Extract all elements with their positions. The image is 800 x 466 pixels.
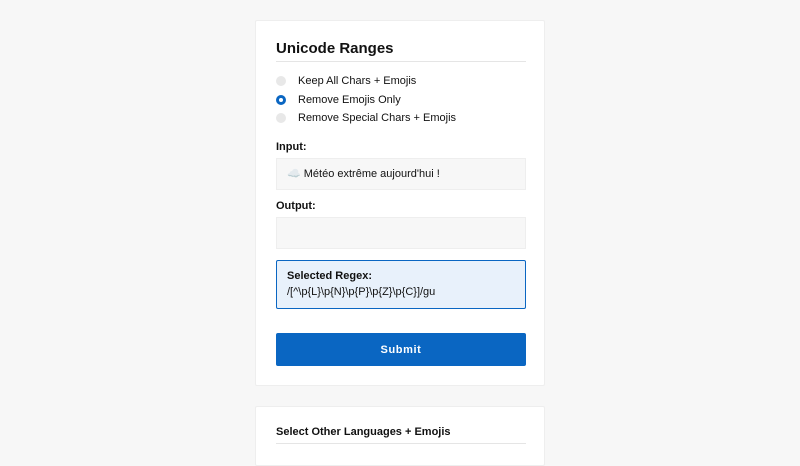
radio-checked-icon[interactable]	[276, 95, 286, 105]
regex-value: /[^\p{L}\p{N}\p{P}\p{Z}\p{C}]/gu	[287, 286, 436, 298]
output-field[interactable]	[276, 217, 526, 249]
title-divider	[276, 443, 526, 444]
option-label: Keep All Chars + Emojis	[298, 75, 417, 87]
option-remove-emojis[interactable]: Remove Emojis Only	[276, 92, 401, 108]
input-field[interactable]: ☁️ Météo extrême aujourd'hui !	[276, 158, 526, 190]
other-languages-card: Select Other Languages + Emojis	[255, 406, 545, 466]
unicode-ranges-card: Unicode Ranges Keep All Chars + Emojis R…	[255, 20, 545, 386]
input-label: Input:	[276, 141, 307, 153]
radio-unchecked-icon[interactable]	[276, 76, 286, 86]
option-label: Remove Special Chars + Emojis	[298, 112, 457, 124]
option-label: Remove Emojis Only	[298, 94, 401, 106]
title-divider	[276, 61, 526, 62]
selected-regex-box: Selected Regex: /[^\p{L}\p{N}\p{P}\p{Z}\…	[276, 260, 526, 309]
section-title: Select Other Languages + Emojis	[276, 426, 451, 438]
radio-unchecked-icon[interactable]	[276, 113, 286, 123]
option-remove-special[interactable]: Remove Special Chars + Emojis	[276, 110, 456, 126]
option-keep-all[interactable]: Keep All Chars + Emojis	[276, 73, 416, 89]
output-label: Output:	[276, 200, 316, 212]
card-title: Unicode Ranges	[276, 40, 394, 57]
submit-button[interactable]: Submit	[276, 333, 526, 366]
regex-title: Selected Regex:	[287, 270, 372, 282]
